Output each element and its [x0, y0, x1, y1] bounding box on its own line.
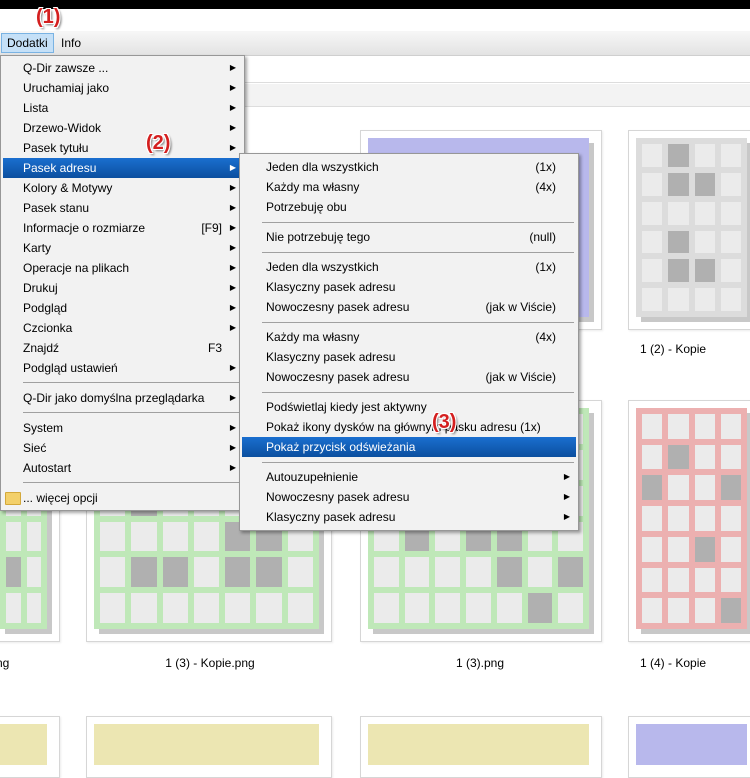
- thumbnail-blue-2[interactable]: [628, 716, 750, 778]
- menu-separator: [23, 482, 240, 483]
- submenu-item-podswietlaj[interactable]: Podświetlaj kiedy jest aktywny: [242, 397, 576, 417]
- menu-item-karty[interactable]: Karty ▶: [3, 238, 242, 258]
- menu-item-uruchamiaj-jako[interactable]: Uruchamiaj jako ▶: [3, 78, 242, 98]
- thumbnail-red-1[interactable]: [628, 400, 750, 642]
- submenu-item-autouzupelnienie[interactable]: Autouzupełnienie ▶: [242, 467, 576, 487]
- menu-item-qdir-domyslna[interactable]: Q-Dir jako domyślna przeglądarka ▶: [3, 388, 242, 408]
- submenu-item-nowoczesny-1[interactable]: Nowoczesny pasek adresu (jak w Viście): [242, 297, 576, 317]
- thumbnail-caption: 1 (3).png: [455, 656, 505, 670]
- step-marker-1: (1): [36, 6, 61, 28]
- submenu-item-pokaz-ikony-dyskow[interactable]: Pokaż ikony dysków na głównym pasku adre…: [242, 417, 576, 437]
- submenu-item-jeden-dla-wszystkich-2[interactable]: Jeden dla wszystkich (1x): [242, 257, 576, 277]
- menu-item-system[interactable]: System ▶: [3, 418, 242, 438]
- submenu-item-nie-potrzebuje[interactable]: Nie potrzebuję tego (null): [242, 227, 576, 247]
- submenu-item-potrzebuje-obu[interactable]: Potrzebuję obu: [242, 197, 576, 217]
- thumbnail-caption: 1 (3) - Kopie.png: [165, 656, 255, 670]
- thumbnail-caption: ng: [0, 656, 10, 670]
- thumbnail-yellow-1[interactable]: [86, 716, 332, 778]
- thumbnail-yellow-0[interactable]: [0, 716, 60, 778]
- menu-item-qdir-zawsze[interactable]: Q-Dir zawsze ... ▶: [3, 58, 242, 78]
- menu-item-podglad-ustawien[interactable]: Podgląd ustawień ▶: [3, 358, 242, 378]
- menu-item-pasek-tytulu[interactable]: Pasek tytułu ▶: [3, 138, 242, 158]
- thumbnail-gray-1[interactable]: [628, 130, 750, 330]
- menu-separator: [262, 222, 574, 223]
- submenu-item-klasyczny-2[interactable]: Klasyczny pasek adresu: [242, 347, 576, 367]
- menu-item-informacje-o-rozmiarze[interactable]: Informacje o rozmiarze [F9] ▶: [3, 218, 242, 238]
- submenu-item-pokaz-przycisk-odswiezania[interactable]: Pokaż przycisk odświeżania: [242, 437, 576, 457]
- menu-item-znajdz[interactable]: Znajdź F3: [3, 338, 242, 358]
- thumbnail-image: [636, 408, 747, 629]
- step-marker-3: (3): [432, 411, 457, 433]
- folder-icon: [5, 492, 21, 505]
- menu-item-lista[interactable]: Lista ▶: [3, 98, 242, 118]
- thumbnail-yellow-2[interactable]: [360, 716, 602, 778]
- menu-item-podglad[interactable]: Podgląd ▶: [3, 298, 242, 318]
- menu-item-kolory-motywy[interactable]: Kolory & Motywy ▶: [3, 178, 242, 198]
- menu-separator: [262, 322, 574, 323]
- submenu-item-klasyczny-1[interactable]: Klasyczny pasek adresu: [242, 277, 576, 297]
- menu-separator: [262, 462, 574, 463]
- menu-separator: [23, 382, 240, 383]
- menu-separator: [262, 252, 574, 253]
- thumbnail-image: [636, 138, 747, 317]
- menu-separator: [262, 392, 574, 393]
- step-marker-2: (2): [146, 132, 171, 154]
- menu-item-pasek-adresu[interactable]: Pasek adresu ▶: [3, 158, 242, 178]
- thumbnail-caption: 1 (2) - Kopie: [640, 342, 707, 356]
- window-top-border: [0, 0, 750, 9]
- menu-item-drukuj[interactable]: Drukuj ▶: [3, 278, 242, 298]
- submenu-item-kazdy-ma-wlasny-2[interactable]: Każdy ma własny (4x): [242, 327, 576, 347]
- pasek-adresu-submenu: Jeden dla wszystkich (1x) Każdy ma własny…: [239, 153, 579, 531]
- menu-item-wiecej-opcji[interactable]: ... więcej opcji: [3, 488, 242, 508]
- thumbnail-caption: 1 (4) - Kopie: [640, 656, 707, 670]
- menu-dodatki[interactable]: Dodatki: [1, 33, 54, 53]
- menu-item-siec[interactable]: Sieć ▶: [3, 438, 242, 458]
- submenu-item-nowoczesny-3[interactable]: Nowoczesny pasek adresu ▶: [242, 487, 576, 507]
- menu-item-drzewo-widok[interactable]: Drzewo-Widok ▶: [3, 118, 242, 138]
- submenu-item-kazdy-ma-wlasny[interactable]: Każdy ma własny (4x): [242, 177, 576, 197]
- submenu-item-nowoczesny-2[interactable]: Nowoczesny pasek adresu (jak w Viście): [242, 367, 576, 387]
- menu-separator: [23, 412, 240, 413]
- menu-bar: Dodatki Info: [0, 31, 750, 56]
- menu-item-autostart[interactable]: Autostart ▶: [3, 458, 242, 478]
- menu-info[interactable]: Info: [56, 34, 86, 52]
- submenu-item-klasyczny-3[interactable]: Klasyczny pasek adresu ▶: [242, 507, 576, 527]
- menu-item-pasek-stanu[interactable]: Pasek stanu ▶: [3, 198, 242, 218]
- submenu-item-jeden-dla-wszystkich[interactable]: Jeden dla wszystkich (1x): [242, 157, 576, 177]
- menu-item-czcionka[interactable]: Czcionka ▶: [3, 318, 242, 338]
- menu-item-operacje-na-plikach[interactable]: Operacje na plikach ▶: [3, 258, 242, 278]
- dodatki-menu: Q-Dir zawsze ... ▶ Uruchamiaj jako ▶ Lista…: [0, 55, 245, 511]
